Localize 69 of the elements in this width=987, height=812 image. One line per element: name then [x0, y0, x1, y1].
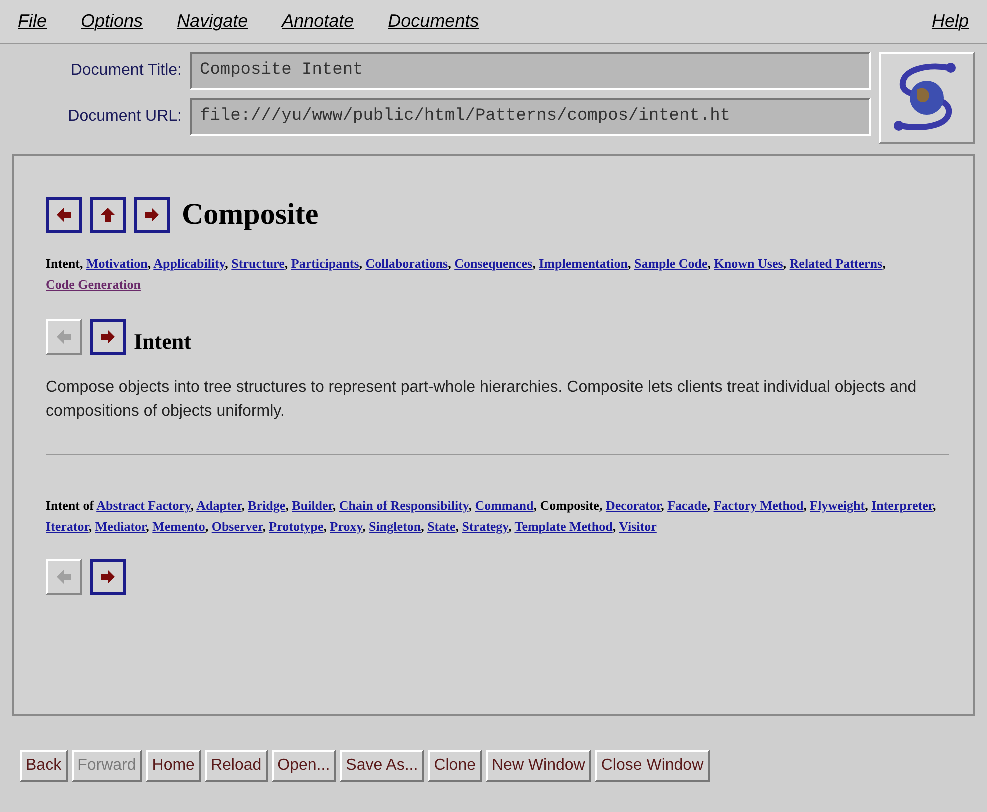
section-heading: Intent: [134, 328, 192, 356]
pattern-links: Intent of Abstract Factory, Adapter, Bridge, Builder, Chain of Responsibility, Command, Composite, Decorator, Facade, Factory Method, Flyweight, Interpreter, Iterator, Mediator, Memento, Observer, Prototype, Proxy, Singleton, State, Strategy, Template Method, Visitor: [46, 497, 938, 536]
body-text: Compose objects into tree structures to represent part-whole hierarchies. Composite lets clients treat individual objects and compositions of objects uniformly.: [46, 378, 918, 422]
pattern-link[interactable]: Iterator: [46, 519, 89, 534]
pattern-link[interactable]: Applicability: [154, 256, 226, 271]
arrow-icon: [143, 206, 161, 224]
field-label: Document URL:: [67, 107, 182, 127]
toolbar-button[interactable]: Save As...: [340, 750, 424, 782]
logo-icon: [879, 52, 975, 144]
toolbar-button[interactable]: New Window: [486, 750, 592, 782]
section-links: Intent, Motivation, Applicability, Structure, Participants, Collaborations, Consequences, Implementation, Sample Code, Known Uses, Related Patterns, Code Generation: [46, 255, 887, 294]
pattern-link[interactable]: Chain of Responsibility: [339, 498, 469, 513]
arrow-icon: [99, 206, 117, 224]
text-field[interactable]: Composite Intent: [190, 52, 871, 90]
toolbar-button[interactable]: Open...: [272, 750, 336, 782]
pattern-link[interactable]: Collaborations: [366, 256, 448, 271]
page-title: Composite: [182, 197, 319, 233]
menu-item[interactable]: Documents: [388, 8, 480, 35]
pattern-link[interactable]: Decorator: [606, 498, 662, 513]
pattern-link[interactable]: Code Generation: [46, 277, 141, 292]
arrow-icon: [55, 328, 73, 346]
menu-item[interactable]: Navigate: [177, 8, 248, 35]
pattern-link[interactable]: Facade: [668, 498, 708, 513]
pattern-link[interactable]: Consequences: [454, 256, 533, 271]
arrow-button[interactable]: [90, 559, 126, 595]
pattern-link[interactable]: Abstract Factory: [96, 498, 191, 513]
arrow-button[interactable]: [90, 318, 126, 354]
pattern-link[interactable]: Sample Code: [634, 256, 708, 271]
pattern-link[interactable]: Interpreter: [872, 498, 933, 513]
pattern-link[interactable]: Flyweight: [810, 498, 866, 513]
pattern-link[interactable]: Structure: [232, 256, 285, 271]
toolbar-button[interactable]: Back: [20, 750, 68, 782]
arrow-button[interactable]: [46, 196, 82, 232]
toolbar-button[interactable]: Home: [146, 750, 201, 782]
pattern-link[interactable]: Implementation: [539, 256, 628, 271]
pattern-link[interactable]: Adapter: [196, 498, 242, 513]
pattern-link[interactable]: Participants: [291, 256, 360, 271]
pattern-link[interactable]: Strategy: [462, 519, 508, 534]
pattern-link[interactable]: Proxy: [330, 519, 363, 534]
pattern-link[interactable]: Builder: [292, 498, 333, 513]
menu-item[interactable]: Annotate: [282, 8, 354, 35]
arrow-icon: [99, 328, 117, 346]
pattern-link[interactable]: Bridge: [248, 498, 286, 513]
pattern-link[interactable]: Visitor: [619, 519, 657, 534]
pattern-link[interactable]: Motivation: [86, 256, 148, 271]
pattern-link[interactable]: State: [428, 519, 456, 534]
menu-item[interactable]: File: [18, 8, 48, 35]
arrow-icon: [55, 568, 73, 586]
toolbar-button[interactable]: Clone: [428, 750, 482, 782]
pattern-link[interactable]: Factory Method: [714, 498, 804, 513]
pattern-link[interactable]: Related Patterns: [790, 256, 883, 271]
arrow-icon: [55, 206, 73, 224]
toolbar-button[interactable]: Close Window: [595, 750, 710, 782]
pattern-link[interactable]: Command: [475, 498, 534, 513]
arrow-button[interactable]: [134, 196, 170, 232]
pattern-link[interactable]: Memento: [152, 519, 206, 534]
menu-item[interactable]: Help: [932, 8, 969, 35]
pattern-link[interactable]: Known Uses: [714, 256, 784, 271]
arrow-button[interactable]: [90, 196, 126, 232]
pattern-link[interactable]: Mediator: [95, 519, 146, 534]
pattern-link[interactable]: Singleton: [369, 519, 422, 534]
field-label: Document Title:: [70, 61, 182, 81]
pattern-link[interactable]: Observer: [212, 519, 263, 534]
pattern-link[interactable]: Prototype: [269, 519, 324, 534]
menu-item[interactable]: Options: [81, 8, 144, 35]
arrow-icon: [99, 568, 117, 586]
toolbar-button[interactable]: Reload: [204, 750, 268, 782]
text-field[interactable]: file:///yu/www/public/html/Patterns/compos/intent.ht: [190, 98, 871, 136]
pattern-link[interactable]: Template Method: [514, 519, 613, 534]
